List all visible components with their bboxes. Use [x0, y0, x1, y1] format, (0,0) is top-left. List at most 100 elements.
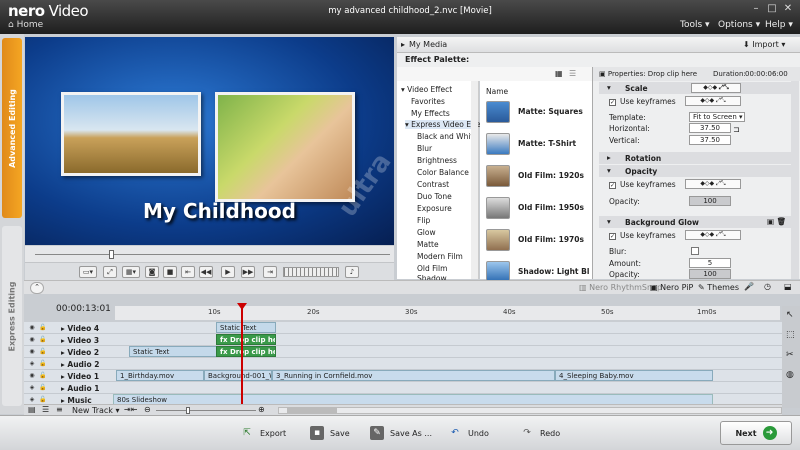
list-item[interactable]: Old Film: 1970s — [486, 227, 590, 253]
tree-item[interactable]: Glow — [417, 228, 436, 237]
pip-button[interactable]: ▣ Nero PiP — [650, 283, 693, 292]
select-tool-icon[interactable]: ⬚ — [786, 330, 795, 340]
jog-shuttle[interactable] — [283, 267, 339, 277]
tab-express-editing[interactable]: Express Editing — [2, 226, 22, 406]
tree-item[interactable]: Modern Film — [417, 252, 463, 261]
tree-scrollbar[interactable] — [471, 81, 478, 279]
clip-video[interactable]: Background-001_W — [204, 370, 272, 381]
display-mode-icon[interactable]: ▦▾ — [122, 266, 140, 278]
glow-use-keyframes[interactable]: ✓ Use keyframes — [609, 231, 676, 240]
scissors-icon[interactable]: ✂ — [786, 350, 794, 360]
tree-item[interactable]: Old Film — [417, 264, 447, 273]
fit-icon[interactable]: ⇥⇤ — [124, 405, 137, 414]
timeline-view-icon[interactable]: ☰ — [42, 405, 49, 414]
section-opacity[interactable]: Opacity ▾ — [599, 165, 791, 177]
track-lock-icon[interactable]: 🔓 — [39, 324, 47, 332]
tree-item[interactable]: Favorites — [411, 97, 445, 106]
zoom-slider-handle[interactable] — [186, 407, 190, 414]
tree-item[interactable]: ▾ Video Effect — [401, 85, 452, 94]
section-rotation[interactable]: Rotation ▸ — [599, 152, 791, 164]
track-lock-icon[interactable]: 🔓 — [39, 336, 47, 344]
tree-item[interactable]: Contrast — [417, 180, 449, 189]
stop-icon[interactable]: ■ — [163, 266, 177, 278]
track-audio-1[interactable]: ◈ 🔓 ▸ Audio 1 — [24, 382, 782, 394]
mic-icon[interactable]: 🎤 — [744, 282, 754, 291]
link-icon[interactable]: ⊐ — [733, 125, 740, 134]
export-button[interactable]: ⇱ Export — [240, 421, 286, 445]
my-media-bar[interactable]: ▸ My Media ⬇ Import ▾ — [397, 37, 800, 53]
clip-drop-here[interactable]: fx Drop clip here — [216, 346, 276, 357]
track-video-4[interactable]: ◉ 🔓 ▸ Video 4 Static Text — [24, 322, 782, 334]
monitor-icon[interactable]: ▭▾ — [79, 266, 97, 278]
tree-item[interactable]: Matte — [417, 240, 439, 249]
clip-video[interactable]: 4_Sleeping Baby.mov — [555, 370, 713, 381]
clip-static-text[interactable]: Static Text — [216, 322, 276, 333]
track-lock-icon[interactable]: 🔓 — [39, 384, 47, 392]
themes-button[interactable]: ✎ Themes — [698, 283, 739, 292]
keyframe-controls[interactable]: ◆◇◆ ⤢⤡ — [685, 96, 741, 106]
redo-button[interactable]: ↷ Redo — [520, 421, 560, 445]
keyframe-controls[interactable]: ◆◇◆ ⤢⤡ — [685, 230, 741, 240]
zoom-in-icon[interactable]: ⊕ — [258, 405, 265, 414]
fullscreen-icon[interactable]: ⤢ — [103, 266, 117, 278]
track-video-3[interactable]: ◉🔓 ▸ Video 3 fx Drop clip here — [24, 334, 782, 346]
playhead[interactable] — [241, 304, 243, 408]
list-view-icon[interactable]: ☰ — [569, 69, 576, 78]
clip-static-text[interactable]: Static Text — [129, 346, 217, 357]
track-lock-icon[interactable]: 🔓 — [39, 360, 47, 368]
go-end-icon[interactable]: ⇥ — [263, 266, 277, 278]
play-icon[interactable]: ▶ — [221, 266, 235, 278]
import-button[interactable]: ⬇ Import ▾ — [743, 40, 785, 49]
checkbox[interactable]: ✓ — [609, 181, 616, 189]
scrubber-handle[interactable] — [109, 250, 114, 259]
minimize-button[interactable]: – — [748, 3, 764, 15]
list-item[interactable]: Matte: T-Shirt — [486, 131, 590, 157]
track-mute-icon[interactable]: ◈ — [28, 360, 36, 368]
track-lock-icon[interactable]: 🔓 — [39, 396, 47, 404]
list-item[interactable]: Matte: Squares — [486, 99, 590, 125]
track-visibility-icon[interactable]: ◉ — [28, 348, 36, 356]
tree-item[interactable]: Brightness — [417, 156, 457, 165]
checkbox[interactable]: ✓ — [609, 232, 616, 240]
storyboard-view-icon[interactable]: ▤ — [28, 405, 36, 414]
vertical-input[interactable]: 37.50 — [689, 135, 731, 145]
next-button[interactable]: Next ➜ — [720, 421, 792, 445]
save-button[interactable]: ▪ Save — [310, 421, 350, 445]
menu-tools[interactable]: Tools ▾ — [680, 20, 710, 30]
timeline-scrollbar[interactable] — [278, 407, 782, 414]
preview-window[interactable]: My Childhood — [25, 37, 394, 245]
timeline-ruler[interactable]: 10s 20s 30s 40s 50s 1m0s — [115, 306, 780, 320]
track-lock-icon[interactable]: 🔓 — [39, 372, 47, 380]
record-tool-icon[interactable]: ◍ — [786, 370, 794, 380]
tree-item[interactable]: Flip — [417, 216, 430, 225]
save-as-button[interactable]: ✎ Save As ... — [370, 421, 432, 445]
blur-checkbox[interactable] — [691, 247, 699, 255]
pointer-tool-icon[interactable]: ↖ — [786, 310, 794, 320]
tree-item[interactable]: Blur — [417, 144, 432, 153]
opacity-use-keyframes[interactable]: ✓ Use keyframes — [609, 180, 676, 189]
track-video-1[interactable]: ◉ 🔓 ▸ Video 1 1_Birthday.mov Background-0… — [24, 370, 782, 382]
snapshot-icon[interactable]: ◙ — [145, 266, 159, 278]
horizontal-input[interactable]: 37.50 — [689, 123, 731, 133]
track-visibility-icon[interactable]: ◉ — [28, 372, 36, 380]
clip-video[interactable]: 3_Running in Cornfield.mov — [272, 370, 555, 381]
preview-scrubber[interactable] — [25, 246, 394, 262]
template-select[interactable]: Fit to Screen ▾ — [689, 112, 745, 122]
tree-item[interactable]: Exposure — [417, 204, 452, 213]
track-lock-icon[interactable]: 🔓 — [39, 348, 47, 356]
tab-advanced-editing[interactable]: Advanced Editing — [2, 38, 22, 218]
list-item[interactable]: Old Film: 1920s — [486, 163, 590, 189]
track-mute-icon[interactable]: ◈ — [28, 384, 36, 392]
menu-options[interactable]: Options ▾ — [718, 20, 760, 30]
checkbox[interactable]: ✓ — [609, 98, 616, 106]
zoom-out-icon[interactable]: ⊖ — [144, 405, 151, 414]
track-audio-2[interactable]: ◈ 🔓 ▸ Audio 2 — [24, 358, 782, 370]
scale-use-keyframes[interactable]: ✓ Use keyframes — [609, 97, 676, 106]
step-forward-icon[interactable]: ▶▶ — [241, 266, 255, 278]
go-start-icon[interactable]: ⇤ — [181, 266, 195, 278]
save-delete-icons[interactable]: ▣ 🗑 — [767, 217, 786, 226]
tree-item[interactable]: Black and White — [417, 132, 478, 141]
opacity-input[interactable]: 100 — [689, 196, 731, 206]
new-track-button[interactable]: New Track ▾ — [72, 406, 120, 415]
zoom-fit-icon[interactable]: ⬓ — [784, 282, 792, 291]
